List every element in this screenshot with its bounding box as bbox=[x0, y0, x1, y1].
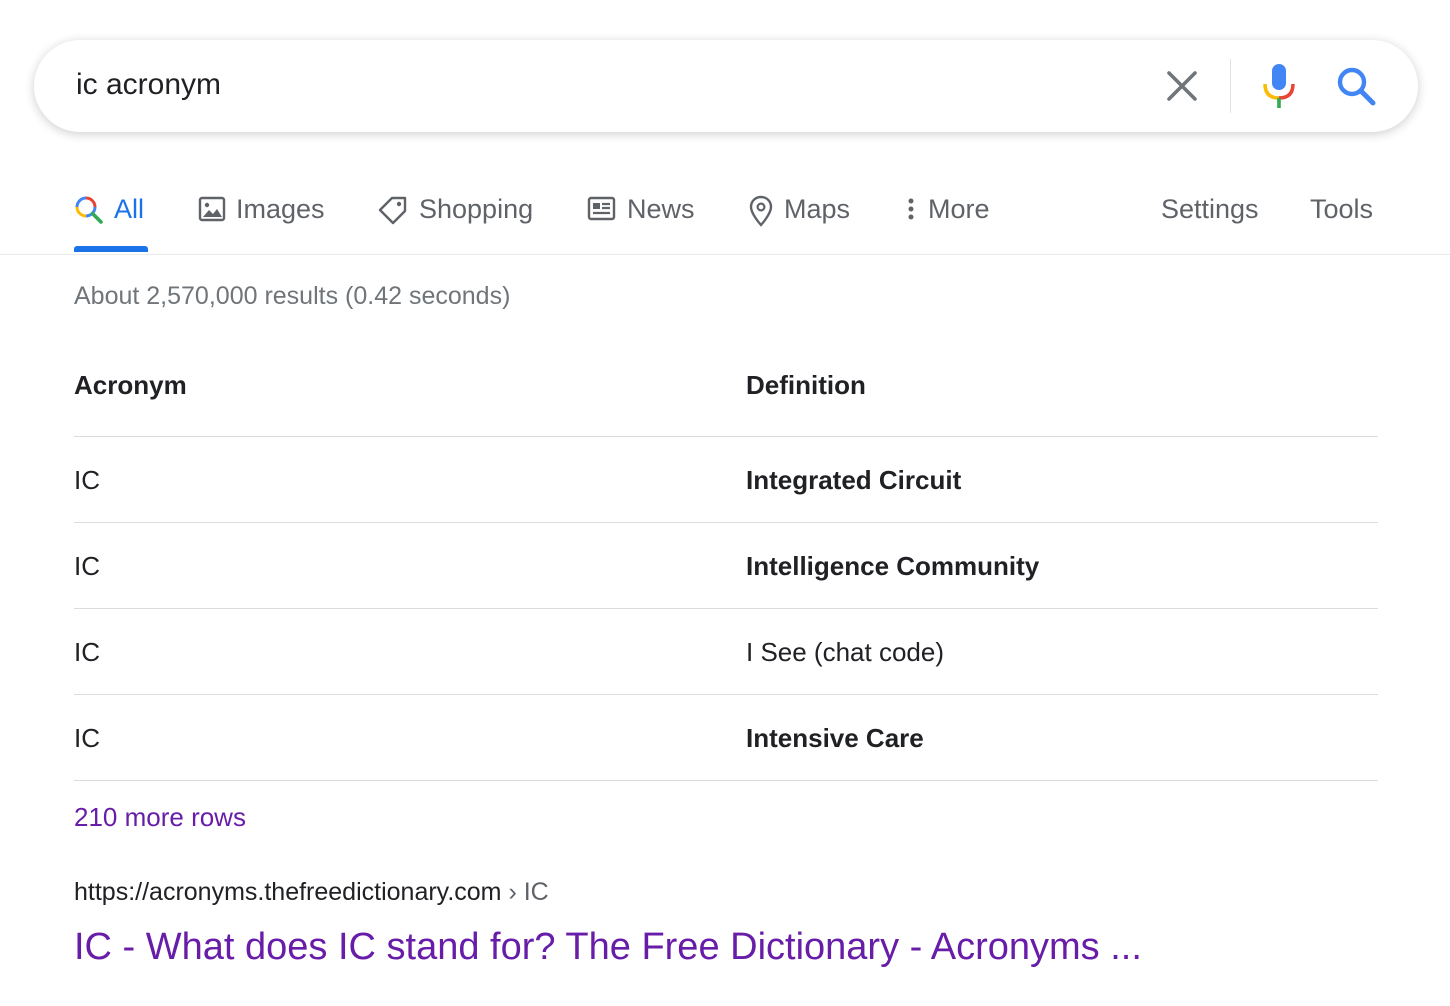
table-header: Acronym Definition bbox=[74, 350, 1378, 437]
acronym-cell: IC bbox=[74, 551, 100, 581]
result-url-breadcrumb: › IC bbox=[501, 878, 549, 906]
more-vertical-icon bbox=[908, 198, 914, 220]
column-header-definition: Definition bbox=[746, 370, 866, 400]
settings-label: Settings bbox=[1161, 194, 1259, 224]
search-tabs: All Images Shopping News Maps More Setti… bbox=[0, 180, 1450, 255]
map-pin-icon bbox=[749, 195, 773, 227]
search-icon bbox=[1337, 67, 1376, 106]
search-input[interactable] bbox=[76, 62, 1136, 108]
snippet-table: Acronym Definition IC Integrated Circuit… bbox=[74, 350, 1378, 781]
table-row: IC Intelligence Community bbox=[74, 523, 1378, 609]
result-url[interactable]: https://acronyms.thefreedictionary.com ›… bbox=[74, 878, 549, 907]
tab-news[interactable]: News bbox=[587, 180, 695, 252]
tools-label: Tools bbox=[1310, 194, 1374, 224]
result-stats: About 2,570,000 results (0.42 seconds) bbox=[74, 282, 511, 310]
tab-shopping[interactable]: Shopping bbox=[377, 180, 533, 252]
tab-all-label: All bbox=[114, 194, 145, 224]
settings-link[interactable]: Settings bbox=[1161, 180, 1259, 252]
active-tab-indicator bbox=[74, 246, 148, 252]
clear-search-button[interactable] bbox=[1156, 62, 1208, 110]
microphone-icon bbox=[1263, 64, 1295, 108]
search-bar-divider bbox=[1230, 59, 1231, 113]
image-icon bbox=[198, 196, 226, 222]
more-rows-link[interactable]: 210 more rows bbox=[74, 802, 246, 833]
acronym-cell: IC bbox=[74, 465, 100, 495]
search-button[interactable] bbox=[1332, 62, 1380, 110]
voice-search-button[interactable] bbox=[1256, 60, 1302, 112]
definition-cell: Intensive Care bbox=[746, 723, 924, 753]
definition-cell: Integrated Circuit bbox=[746, 465, 962, 495]
tab-maps[interactable]: Maps bbox=[748, 180, 850, 252]
tag-icon bbox=[378, 196, 407, 225]
column-header-acronym: Acronym bbox=[74, 370, 187, 400]
tab-more[interactable]: More bbox=[904, 180, 990, 252]
search-icon bbox=[75, 196, 103, 224]
definition-cell: Intelligence Community bbox=[746, 551, 1040, 581]
tab-all[interactable]: All bbox=[74, 180, 144, 252]
table-row: IC Intensive Care bbox=[74, 695, 1378, 781]
tab-maps-label: Maps bbox=[784, 194, 851, 224]
tools-link[interactable]: Tools bbox=[1310, 180, 1373, 252]
tab-more-label: More bbox=[928, 194, 990, 224]
table-row: IC Integrated Circuit bbox=[74, 437, 1378, 523]
tab-images[interactable]: Images bbox=[198, 180, 325, 252]
tab-images-label: Images bbox=[236, 194, 325, 224]
search-bar bbox=[34, 40, 1418, 132]
tab-news-label: News bbox=[627, 194, 695, 224]
acronym-cell: IC bbox=[74, 637, 100, 667]
close-icon bbox=[1167, 71, 1197, 101]
definition-cell: I See (chat code) bbox=[746, 637, 944, 667]
tab-shopping-label: Shopping bbox=[419, 194, 534, 224]
result-title-link[interactable]: IC - What does IC stand for? The Free Di… bbox=[74, 926, 1142, 969]
table-row: IC I See (chat code) bbox=[74, 609, 1378, 695]
news-icon bbox=[587, 196, 616, 221]
result-url-domain: https://acronyms.thefreedictionary.com bbox=[74, 878, 502, 906]
acronym-cell: IC bbox=[74, 723, 100, 753]
